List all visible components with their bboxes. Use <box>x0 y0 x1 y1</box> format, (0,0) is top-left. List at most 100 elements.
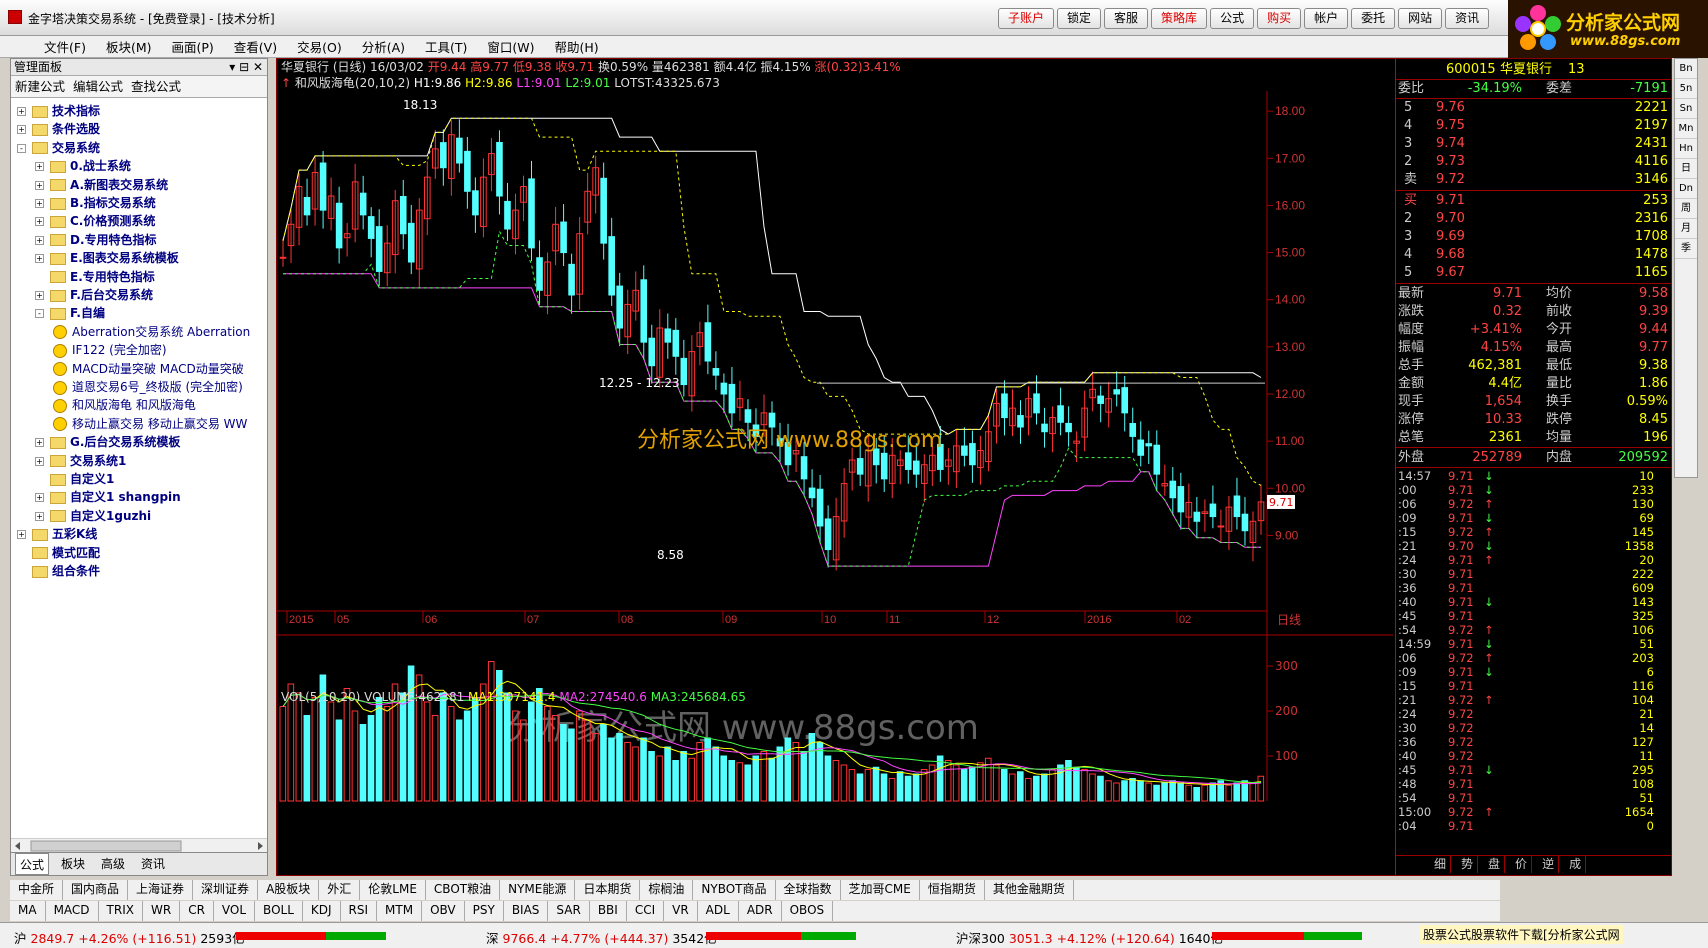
tree-node[interactable]: - F.自编 <box>35 304 105 323</box>
period-button[interactable]: 月 <box>1675 219 1697 239</box>
tree-node[interactable]: + 交易系统1 <box>35 452 126 471</box>
expand-toggle-icon[interactable]: + <box>17 530 26 540</box>
expand-toggle-icon[interactable]: + <box>35 438 44 448</box>
tree-node[interactable]: + A.新图表交易系统 <box>35 176 168 195</box>
indicator-tab[interactable]: BBI <box>590 901 627 921</box>
indicator-tab[interactable]: MA <box>10 901 46 921</box>
indicator-tab[interactable]: VOL <box>214 901 256 921</box>
market-tab[interactable]: 日本期货 <box>575 880 641 900</box>
top-button[interactable]: 购买 <box>1257 8 1302 29</box>
indicator-tab[interactable]: BOLL <box>255 901 303 921</box>
market-tab[interactable]: NYME能源 <box>500 880 576 900</box>
tree-node[interactable]: - 交易系统 <box>17 139 100 158</box>
expand-toggle-icon[interactable]: + <box>35 254 44 264</box>
top-button[interactable]: 子账户 <box>998 8 1055 29</box>
quote-tab[interactable]: 价 <box>1511 856 1533 873</box>
indicator-tab[interactable]: KDJ <box>303 901 341 921</box>
top-button[interactable]: 帐户 <box>1304 8 1349 29</box>
tree-node[interactable]: + F.后台交易系统 <box>35 286 153 305</box>
hs300-index[interactable]: 沪深300 3051.3 +4.12% (+120.64) 1640亿 <box>956 928 1223 947</box>
tree-node[interactable]: + G.后台交易系统模板 <box>35 433 180 452</box>
period-button[interactable]: Dn <box>1675 179 1697 199</box>
top-button[interactable]: 资讯 <box>1445 8 1490 29</box>
indicator-tab[interactable]: VR <box>664 901 698 921</box>
top-button[interactable]: 客服 <box>1104 8 1149 29</box>
sh-index[interactable]: 沪 2849.7 +4.26% (+116.51) 2593亿 <box>14 928 245 947</box>
top-button[interactable]: 公式 <box>1210 8 1255 29</box>
indicator-tab[interactable]: BIAS <box>504 901 549 921</box>
kline-chart[interactable]: 18.00 17.00 16.00 15.00 14.00 13.00 12.00 11.00… <box>277 59 1393 875</box>
expand-toggle-icon[interactable]: + <box>35 511 44 521</box>
tree-node[interactable]: 和风版海龟 和风版海龟 <box>53 396 196 415</box>
market-tab[interactable]: 深圳证券 <box>193 880 259 900</box>
top-button[interactable]: 策略库 <box>1151 8 1208 29</box>
market-tab[interactable]: A股板块 <box>258 880 320 900</box>
tree-node[interactable]: + 自定义1guzhi <box>35 507 151 526</box>
top-button[interactable]: 锁定 <box>1057 8 1102 29</box>
panel-controls[interactable]: ▾ ⊟ ✕ <box>229 59 263 75</box>
quote-tab[interactable]: 逆 <box>1538 856 1560 873</box>
tree-node[interactable]: + 五彩K线 <box>17 525 97 544</box>
tree-node[interactable]: Aberration交易系统 Aberration <box>53 323 250 342</box>
menu-item[interactable]: 窗口(W) <box>483 37 538 56</box>
period-button[interactable]: Hn <box>1675 139 1697 159</box>
indicator-tab[interactable]: MACD <box>46 901 99 921</box>
expand-toggle-icon[interactable]: + <box>35 162 44 172</box>
tree-node[interactable]: MACD动量突破 MACD动量突破 <box>53 360 244 379</box>
tree-node[interactable]: +0.战士系统 <box>35 157 131 176</box>
indicator-tab[interactable]: TRIX <box>99 901 143 921</box>
tree-node[interactable]: + B.指标交易系统 <box>35 194 156 213</box>
quote-tab[interactable]: 细 <box>1430 856 1452 873</box>
top-button[interactable]: 网站 <box>1398 8 1443 29</box>
period-button[interactable]: Sn <box>1675 99 1697 119</box>
indicator-tab[interactable]: CR <box>180 901 214 921</box>
expand-toggle-icon[interactable]: + <box>35 235 44 245</box>
quote-tab[interactable]: 盘 <box>1484 856 1506 873</box>
menu-item[interactable]: 画面(P) <box>168 37 218 56</box>
market-tab[interactable]: 棕榈油 <box>640 880 694 900</box>
formula-tool-button[interactable]: 编辑公式 <box>73 76 123 97</box>
indicator-tab[interactable]: SAR <box>548 901 590 921</box>
expand-toggle-icon[interactable]: + <box>17 107 26 116</box>
expand-toggle-icon[interactable]: + <box>35 180 44 190</box>
top-button[interactable]: 委托 <box>1351 8 1396 29</box>
expand-toggle-icon[interactable]: + <box>35 199 44 208</box>
market-tab[interactable]: 全球指数 <box>776 880 841 900</box>
tree-node[interactable]: IF122 (完全加密) <box>53 341 167 360</box>
tree-node[interactable]: 道恩交易6号_终极版 (完全加密) <box>53 378 243 397</box>
horizontal-scrollbar[interactable] <box>11 838 267 852</box>
tree-node[interactable]: + D.专用特色指标 <box>35 231 157 250</box>
market-tab[interactable]: 芝加哥CME <box>841 880 920 900</box>
tree-node[interactable]: 移动止赢交易 移动止赢交易 WW <box>53 415 247 434</box>
panel-tab[interactable]: 高级 <box>97 853 129 875</box>
sz-index[interactable]: 深 9766.4 +4.77% (+444.37) 3542亿 <box>486 928 717 947</box>
indicator-tab[interactable]: OBV <box>422 901 465 921</box>
market-tab[interactable]: 国内商品 <box>63 880 129 900</box>
formula-tool-button[interactable]: 新建公式 <box>15 76 65 97</box>
market-tab[interactable]: NYBOT商品 <box>693 880 776 900</box>
period-button[interactable]: 周 <box>1675 199 1697 219</box>
tree-node[interactable]: + 技术指标 <box>17 102 100 121</box>
tree-node[interactable]: 模式匹配 <box>17 544 100 563</box>
indicator-tab[interactable]: PSY <box>465 901 504 921</box>
expand-toggle-icon[interactable]: + <box>35 493 44 503</box>
quote-tab[interactable]: 势 <box>1457 856 1479 873</box>
panel-tab[interactable]: 公式 <box>15 853 50 875</box>
period-button[interactable]: Mn <box>1675 119 1697 139</box>
market-tab[interactable]: 中金所 <box>10 880 64 900</box>
market-tab[interactable]: 上海证券 <box>128 880 194 900</box>
menu-item[interactable]: 工具(T) <box>421 37 471 56</box>
indicator-tab[interactable]: ADL <box>698 901 739 921</box>
indicator-tab[interactable]: MTM <box>377 901 423 921</box>
market-tab[interactable]: 外汇 <box>319 880 361 900</box>
menu-item[interactable]: 文件(F) <box>40 37 90 56</box>
menu-item[interactable]: 板块(M) <box>102 37 156 56</box>
tree-node[interactable]: + 条件选股 <box>17 120 100 139</box>
period-button[interactable]: Bn <box>1675 59 1697 79</box>
expand-toggle-icon[interactable]: - <box>17 143 26 153</box>
market-tab[interactable]: 恒指期货 <box>920 880 985 900</box>
menu-item[interactable]: 查看(V) <box>230 37 281 56</box>
market-tab[interactable]: CBOT粮油 <box>426 880 501 900</box>
indicator-tab[interactable]: RSI <box>341 901 378 921</box>
tree-node[interactable]: E.专用特色指标 <box>35 268 155 287</box>
